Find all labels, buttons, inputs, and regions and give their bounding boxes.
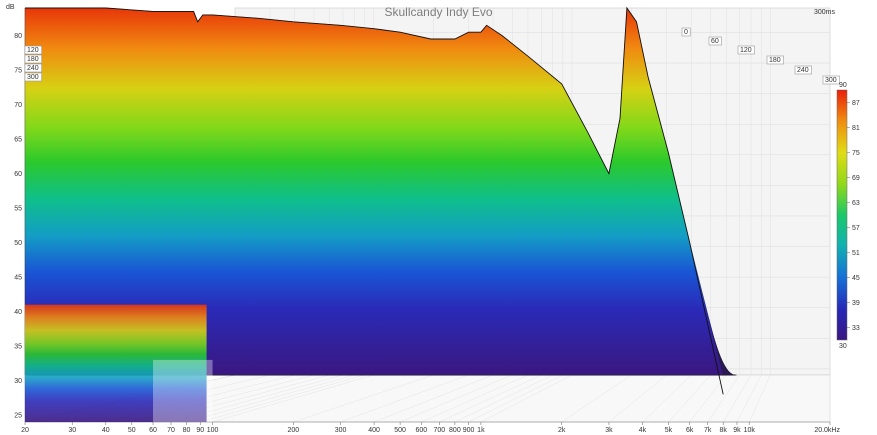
colorbar-tick-label: 69 <box>852 175 860 182</box>
colorbar-top-label: 90 <box>839 82 847 89</box>
x-tick-label: 800 <box>449 427 461 434</box>
x-tick-label: 40 <box>102 427 110 434</box>
y-tick-label: 75 <box>14 68 22 75</box>
x-tick-label: 70 <box>167 427 175 434</box>
waterfall-chart: 20 30 40 50 60 70 80 90 100 200 300 400 500 600 700 800… <box>6 4 860 434</box>
time-tick-label-left: 240 <box>27 65 39 72</box>
x-tick-label: 200 <box>287 427 299 434</box>
x-tick-label: 400 <box>368 427 380 434</box>
time-tick-label: 120 <box>740 47 752 54</box>
x-axis: 20 30 40 50 60 70 80 90 100 200 300 400 500 600 700 800… <box>21 422 840 434</box>
y-axis: 25 30 35 40 45 50 55 60 65 70 75 80 <box>14 33 22 420</box>
x-tick-label: 2k <box>558 427 566 434</box>
y-tick-label: 50 <box>14 240 22 247</box>
x-tick-label: 4k <box>639 427 647 434</box>
y-tick-label: 80 <box>14 33 22 40</box>
time-tick-label-left: 120 <box>27 47 39 54</box>
y-tick-label: 65 <box>14 137 22 144</box>
x-tick-label: 10k <box>744 427 756 434</box>
y-tick-label: 25 <box>14 413 22 420</box>
x-tick-label: 500 <box>394 427 406 434</box>
y-tick-label: 55 <box>14 206 22 213</box>
x-tick-label: 7k <box>704 427 712 434</box>
x-tick-label: 30 <box>68 427 76 434</box>
colorbar-tick-label: 57 <box>852 225 860 232</box>
time-tick-label-left: 300 <box>27 74 39 81</box>
colorbar-tick-label: 81 <box>852 125 860 132</box>
x-tick-label: 80 <box>183 427 191 434</box>
y-tick-label: 30 <box>14 378 22 385</box>
x-tick-label: 900 <box>463 427 475 434</box>
x-tick-label: 60 <box>149 427 157 434</box>
colorbar-tick-label: 75 <box>852 150 860 157</box>
colorbar-tick-label: 45 <box>852 275 860 282</box>
x-tick-label: 1k <box>477 427 485 434</box>
x-tick-label: 20 <box>21 427 29 434</box>
y-tick-label: 45 <box>14 275 22 282</box>
y-tick-label: 60 <box>14 171 22 178</box>
x-tick-label: 9k <box>733 427 741 434</box>
x-tick-label: 700 <box>433 427 445 434</box>
chart-title: Skullcandy Indy Evo <box>384 5 493 19</box>
time-tick-label: 0 <box>684 29 688 36</box>
x-tick-label: 20.0kHz <box>814 427 840 434</box>
x-tick-label: 50 <box>128 427 136 434</box>
time-tick-label: 240 <box>797 67 809 74</box>
y-tick-label: 40 <box>14 309 22 316</box>
colorbar-legend: 90 30 33 39 45 51 57 63 69 75 81 87 <box>836 82 860 350</box>
x-tick-label: 5k <box>665 427 673 434</box>
colorbar-tick-label: 51 <box>852 250 860 257</box>
x-tick-label: 8k <box>720 427 728 434</box>
colorbar-tick-label: 63 <box>852 200 860 207</box>
x-tick-label: 90 <box>196 427 204 434</box>
colorbar-bottom-label: 30 <box>839 343 847 350</box>
colorbar-tick-label: 39 <box>852 300 860 307</box>
x-tick-label: 3k <box>605 427 613 434</box>
y-tick-label: 70 <box>14 102 22 109</box>
time-tick-label-left: 180 <box>27 56 39 63</box>
x-tick-label: 600 <box>416 427 428 434</box>
time-tick-label: 300 <box>825 77 837 84</box>
lowfreq-gap <box>153 359 213 422</box>
x-tick-label: 100 <box>207 427 219 434</box>
colorbar-tick-label: 87 <box>852 100 860 107</box>
colorbar-tick-label: 33 <box>852 325 860 332</box>
x-tick-label: 300 <box>335 427 347 434</box>
colorbar-gradient <box>836 89 848 341</box>
waterfall-surface <box>24 6 737 422</box>
time-tick-label: 60 <box>711 38 719 45</box>
y-tick-label: 35 <box>14 344 22 351</box>
x-tick-label: 6k <box>686 427 694 434</box>
time-tick-label: 180 <box>769 57 781 64</box>
